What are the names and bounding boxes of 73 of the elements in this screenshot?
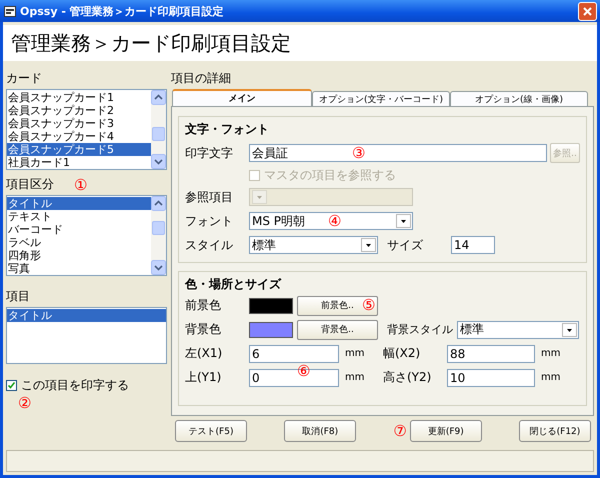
window-title: Opssy - 管理業務＞カード印刷項目設定 [20,4,225,18]
field-label: 幅(X2) [383,345,422,362]
checkbox[interactable] [6,380,17,391]
close-button[interactable] [578,2,597,20]
tab[interactable]: オプション(線・画像) [450,91,588,106]
field-label: 左(X1) [185,345,224,362]
field-label: 前景色 [185,297,222,314]
action-button[interactable]: 取消(F8) [284,420,356,442]
scrollbar-thumb[interactable] [152,127,165,141]
field-label: サイズ [387,236,424,254]
field-label: 上(Y1) [185,369,222,386]
unit-label: mm [541,372,562,384]
list-item[interactable]: タイトル [7,197,151,210]
dropdown-field[interactable]: 標準 [249,236,378,254]
unit-label: mm [541,348,562,360]
unit-label: mm [345,372,366,384]
scroll-down-icon[interactable] [151,260,166,275]
list-label: 項目 [6,288,31,305]
annotation-number: ② [18,396,32,411]
list-item[interactable]: ラベル [7,236,151,249]
list-label: カード [6,70,43,87]
page-title: 管理業務＞カード印刷項目設定 [11,30,291,56]
scroll-up-icon[interactable] [151,90,166,105]
field-label: スタイル [185,236,234,254]
close-icon[interactable] [583,6,592,16]
list-item[interactable]: 会員スナップカード3 [7,117,151,130]
list-item[interactable]: 会員スナップカード1 [7,91,151,104]
group-title: 文字・フォント [185,121,270,138]
list-item[interactable]: 会員スナップカード5 [7,143,151,156]
field-label: 背景スタイル [387,322,454,338]
list-label: 項目区分 [6,176,54,193]
annotation-number: ① [74,178,88,193]
list-item[interactable]: 会員スナップカード4 [7,130,151,143]
scrollbar-thumb[interactable] [152,221,165,235]
checkbox-label[interactable]: この項目を印字する [21,377,129,394]
list-item[interactable]: 会員スナップカード2 [7,104,151,117]
text-field[interactable]: 会員証 ③ [249,144,547,162]
scroll-up-icon[interactable] [151,196,166,211]
text-field[interactable]: 14 [451,236,495,254]
list-item[interactable]: 写真 [7,262,151,275]
list-item[interactable]: テキスト [7,210,151,223]
list-item[interactable]: タイトル [7,309,166,322]
list-item[interactable]: 社員カード1 [7,156,151,169]
list-box[interactable]: タイトル [6,307,167,364]
field-label: 高さ(Y2) [383,369,432,386]
section-label: 項目の詳細 [171,70,232,87]
field-label: 参照項目 [185,188,234,206]
color-button[interactable]: 背景色.. [297,320,378,340]
tab[interactable]: メイン [172,89,312,106]
text-field[interactable]: 10 [447,368,535,387]
action-button[interactable]: 更新(F9) [410,420,482,442]
field-label: フォント [185,212,234,230]
annotation-number: ⑦ [393,424,407,438]
dropdown-field[interactable]: 標準 [457,320,579,339]
tab[interactable]: オプション(文字・バーコード) [312,91,450,106]
dropdown-field[interactable]: MS P明朝 ④ [249,212,413,230]
field-label: 印字文字 [185,144,234,162]
action-button[interactable]: テスト(F5) [175,420,247,442]
scroll-down-icon[interactable] [151,154,166,169]
scrollbar[interactable] [151,196,166,275]
scrollbar[interactable] [151,90,166,169]
field-label: 背景色 [185,321,222,338]
list-box[interactable]: タイトル テキスト バーコード ラベル 四角形 写真 [6,195,167,276]
app-icon [4,6,16,16]
list-item[interactable]: バーコード [7,223,151,236]
list-box[interactable]: 会員スナップカード1 会員スナップカード2 会員スナップカード3 会員スナップカード4 会員スナップカード5 社員カード1 [6,89,167,170]
group-title: 色・場所とサイズ [185,276,282,293]
color-button[interactable]: 前景色.. ⑤ [297,296,378,316]
action-button[interactable]: 閉じる(F12) [518,420,591,442]
unit-label: mm [345,348,366,360]
list-item[interactable]: 四角形 [7,249,151,262]
text-field[interactable]: 6 [249,344,339,363]
text-field[interactable]: 88 [447,344,535,363]
